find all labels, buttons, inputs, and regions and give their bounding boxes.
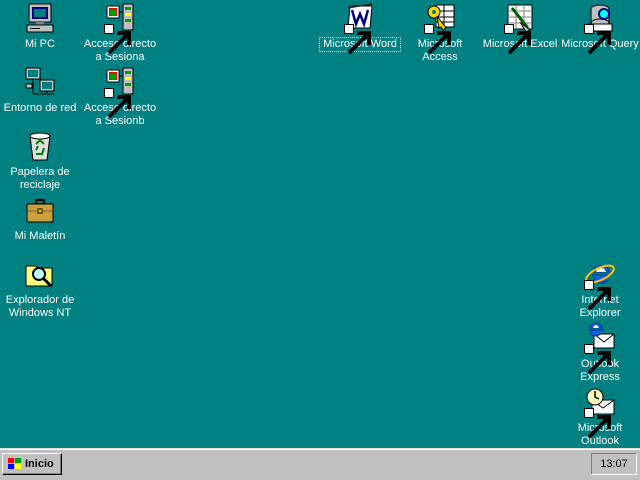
computer-icon (24, 2, 56, 34)
desktop: Mi PC Acceso directo a Sesiona Microsoft… (0, 0, 640, 448)
desktop-icon-recycle-bin[interactable]: Papelera de reciclaje (0, 130, 80, 192)
session-shortcut-icon (104, 66, 136, 119)
taskbar: Inicio 13:07 (0, 448, 640, 480)
desktop-icon-internet-explorer[interactable]: Internet Explorer (560, 258, 640, 320)
shortcut-arrow-icon (584, 408, 611, 439)
desktop-icon-label: Mi Maletín (14, 230, 66, 242)
desktop-icon-network[interactable]: Entorno de red (0, 66, 80, 128)
network-icon (24, 66, 56, 98)
clock[interactable]: 13:07 (600, 458, 628, 470)
desktop-icon-label: Explorador de Windows NT (5, 294, 75, 319)
desktop-icon-access[interactable]: Microsoft Access (400, 2, 480, 64)
explorer-icon (24, 258, 56, 290)
desktop-icon-sesionb[interactable]: Acceso directo a Sesionb (80, 66, 160, 128)
shortcut-arrow-icon (584, 344, 611, 375)
desktop-icon-outlook-express[interactable]: Outlook Express (560, 322, 640, 384)
ie-icon (584, 258, 616, 311)
desktop-icon-outlook[interactable]: Microsoft Outlook (560, 386, 640, 448)
briefcase-icon (24, 194, 56, 226)
desktop-icon-excel[interactable]: Microsoft Excel (480, 2, 560, 64)
desktop-icon-briefcase[interactable]: Mi Maletín (0, 194, 80, 256)
outlook-express-icon (584, 322, 616, 375)
desktop-icon-label: Mi PC (25, 38, 55, 50)
start-button-label: Inicio (25, 458, 54, 470)
shortcut-arrow-icon (104, 88, 131, 119)
shortcut-arrow-icon (344, 24, 371, 55)
shortcut-arrow-icon (424, 24, 451, 55)
desktop-icon-word[interactable]: Microsoft Word (319, 2, 401, 64)
excel-icon (504, 2, 536, 55)
shortcut-arrow-icon (584, 24, 611, 55)
desktop-icon-query[interactable]: Microsoft Query (560, 2, 640, 64)
recycle-bin-icon (24, 130, 56, 162)
desktop-icon-sesiona[interactable]: Acceso directo a Sesiona (80, 2, 160, 64)
desktop-icon-explorer[interactable]: Explorador de Windows NT (0, 258, 80, 320)
windows-logo-icon (7, 457, 23, 471)
desktop-icon-label: Entorno de red (3, 102, 77, 114)
query-icon (584, 2, 616, 55)
shortcut-arrow-icon (104, 24, 131, 55)
desktop-icon-mi-pc[interactable]: Mi PC (0, 2, 80, 64)
access-icon (424, 2, 456, 55)
start-button[interactable]: Inicio (2, 453, 62, 475)
word-icon (344, 2, 376, 55)
outlook-icon (584, 386, 616, 439)
shortcut-arrow-icon (504, 24, 531, 55)
shortcut-arrow-icon (584, 280, 611, 311)
desktop-icon-label: Papelera de reciclaje (10, 166, 70, 191)
system-tray: 13:07 (591, 453, 637, 475)
session-shortcut-icon (104, 2, 136, 55)
